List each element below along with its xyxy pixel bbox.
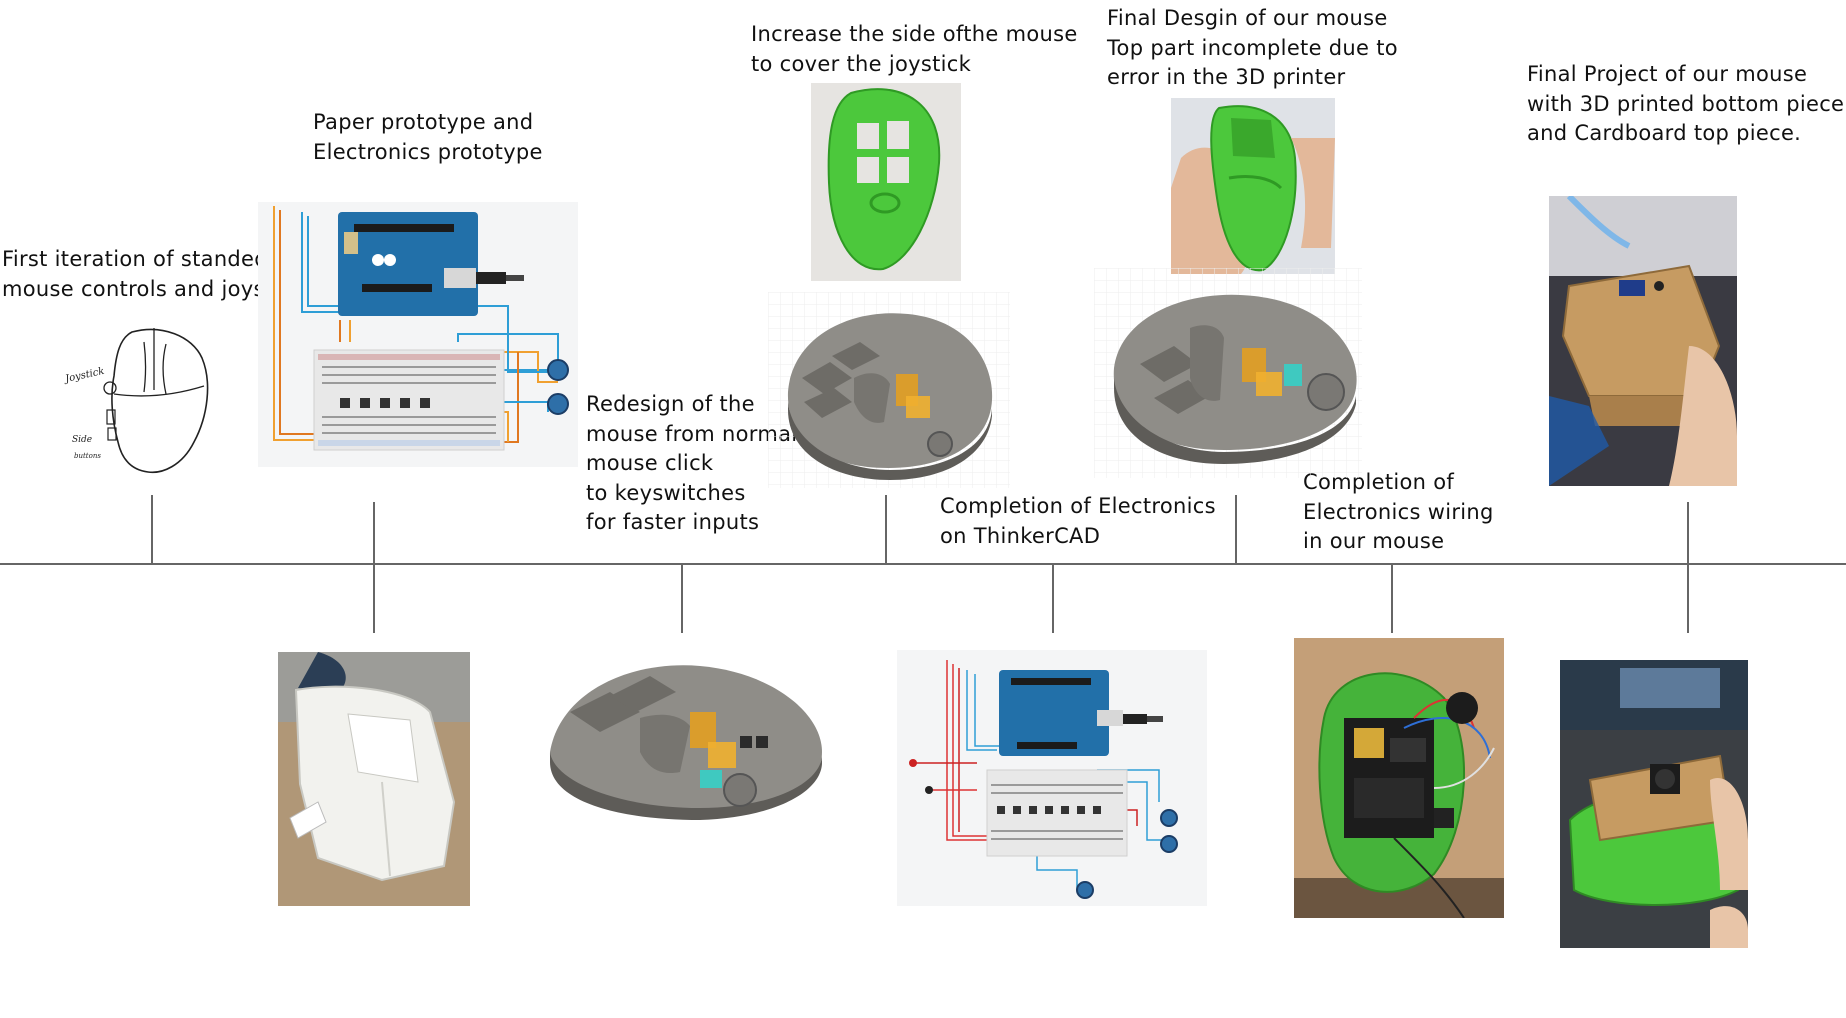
sketch-label-side: Side (72, 435, 92, 445)
wired-green-mouse-photo (1294, 638, 1504, 918)
timeline-tick-4 (885, 495, 887, 563)
timeline-tick-3 (681, 565, 683, 633)
sketch-label-buttons: buttons (74, 452, 101, 460)
timeline-tick-1 (151, 495, 153, 563)
timeline-tick-6 (1235, 495, 1237, 563)
caption-redesign: Redesign of the mouse from normal mouse … (586, 392, 798, 534)
green-3d-printed-shell-photo (811, 83, 961, 281)
timeline-tick-7 (1391, 565, 1393, 633)
timeline-tick-5 (1052, 565, 1054, 633)
cardboard-joystick-mouse-photo (1560, 660, 1748, 948)
cad-mouse-render-final (1094, 268, 1362, 478)
green-printed-mouse-in-hand-photo (1171, 98, 1335, 274)
caption-final-design: Final Desgin of our mouse Top part incom… (1107, 6, 1398, 89)
timeline-tick-8 (1687, 502, 1689, 633)
caption-final-project: Final Project of our mouse with 3D print… (1527, 62, 1845, 145)
timeline-tick-2 (373, 502, 375, 633)
timeline-axis (0, 563, 1846, 565)
arduino-circuit-diagram-1 (258, 202, 578, 467)
hand-drawn-mouse-sketch-icon: Joystick Side buttons (62, 320, 222, 480)
cardboard-top-mouse-photo (1549, 196, 1737, 486)
caption-increase-side: Increase the side ofthe mouse to cover t… (751, 22, 1078, 76)
caption-paper-prototype: Paper prototype and Electronics prototyp… (313, 110, 543, 164)
cad-mouse-render-keyswitch (530, 652, 830, 832)
cad-mouse-render-extended (768, 292, 1010, 488)
white-paper-mouse-photo (278, 652, 470, 906)
arduino-circuit-diagram-2 (897, 650, 1207, 906)
sketch-label-joystick: Joystick (62, 366, 105, 385)
caption-completion-wiring: Completion of Electronics wiring in our … (1303, 470, 1494, 553)
caption-completion-thinkercad: Completion of Electronics on ThinkerCAD (940, 494, 1216, 548)
